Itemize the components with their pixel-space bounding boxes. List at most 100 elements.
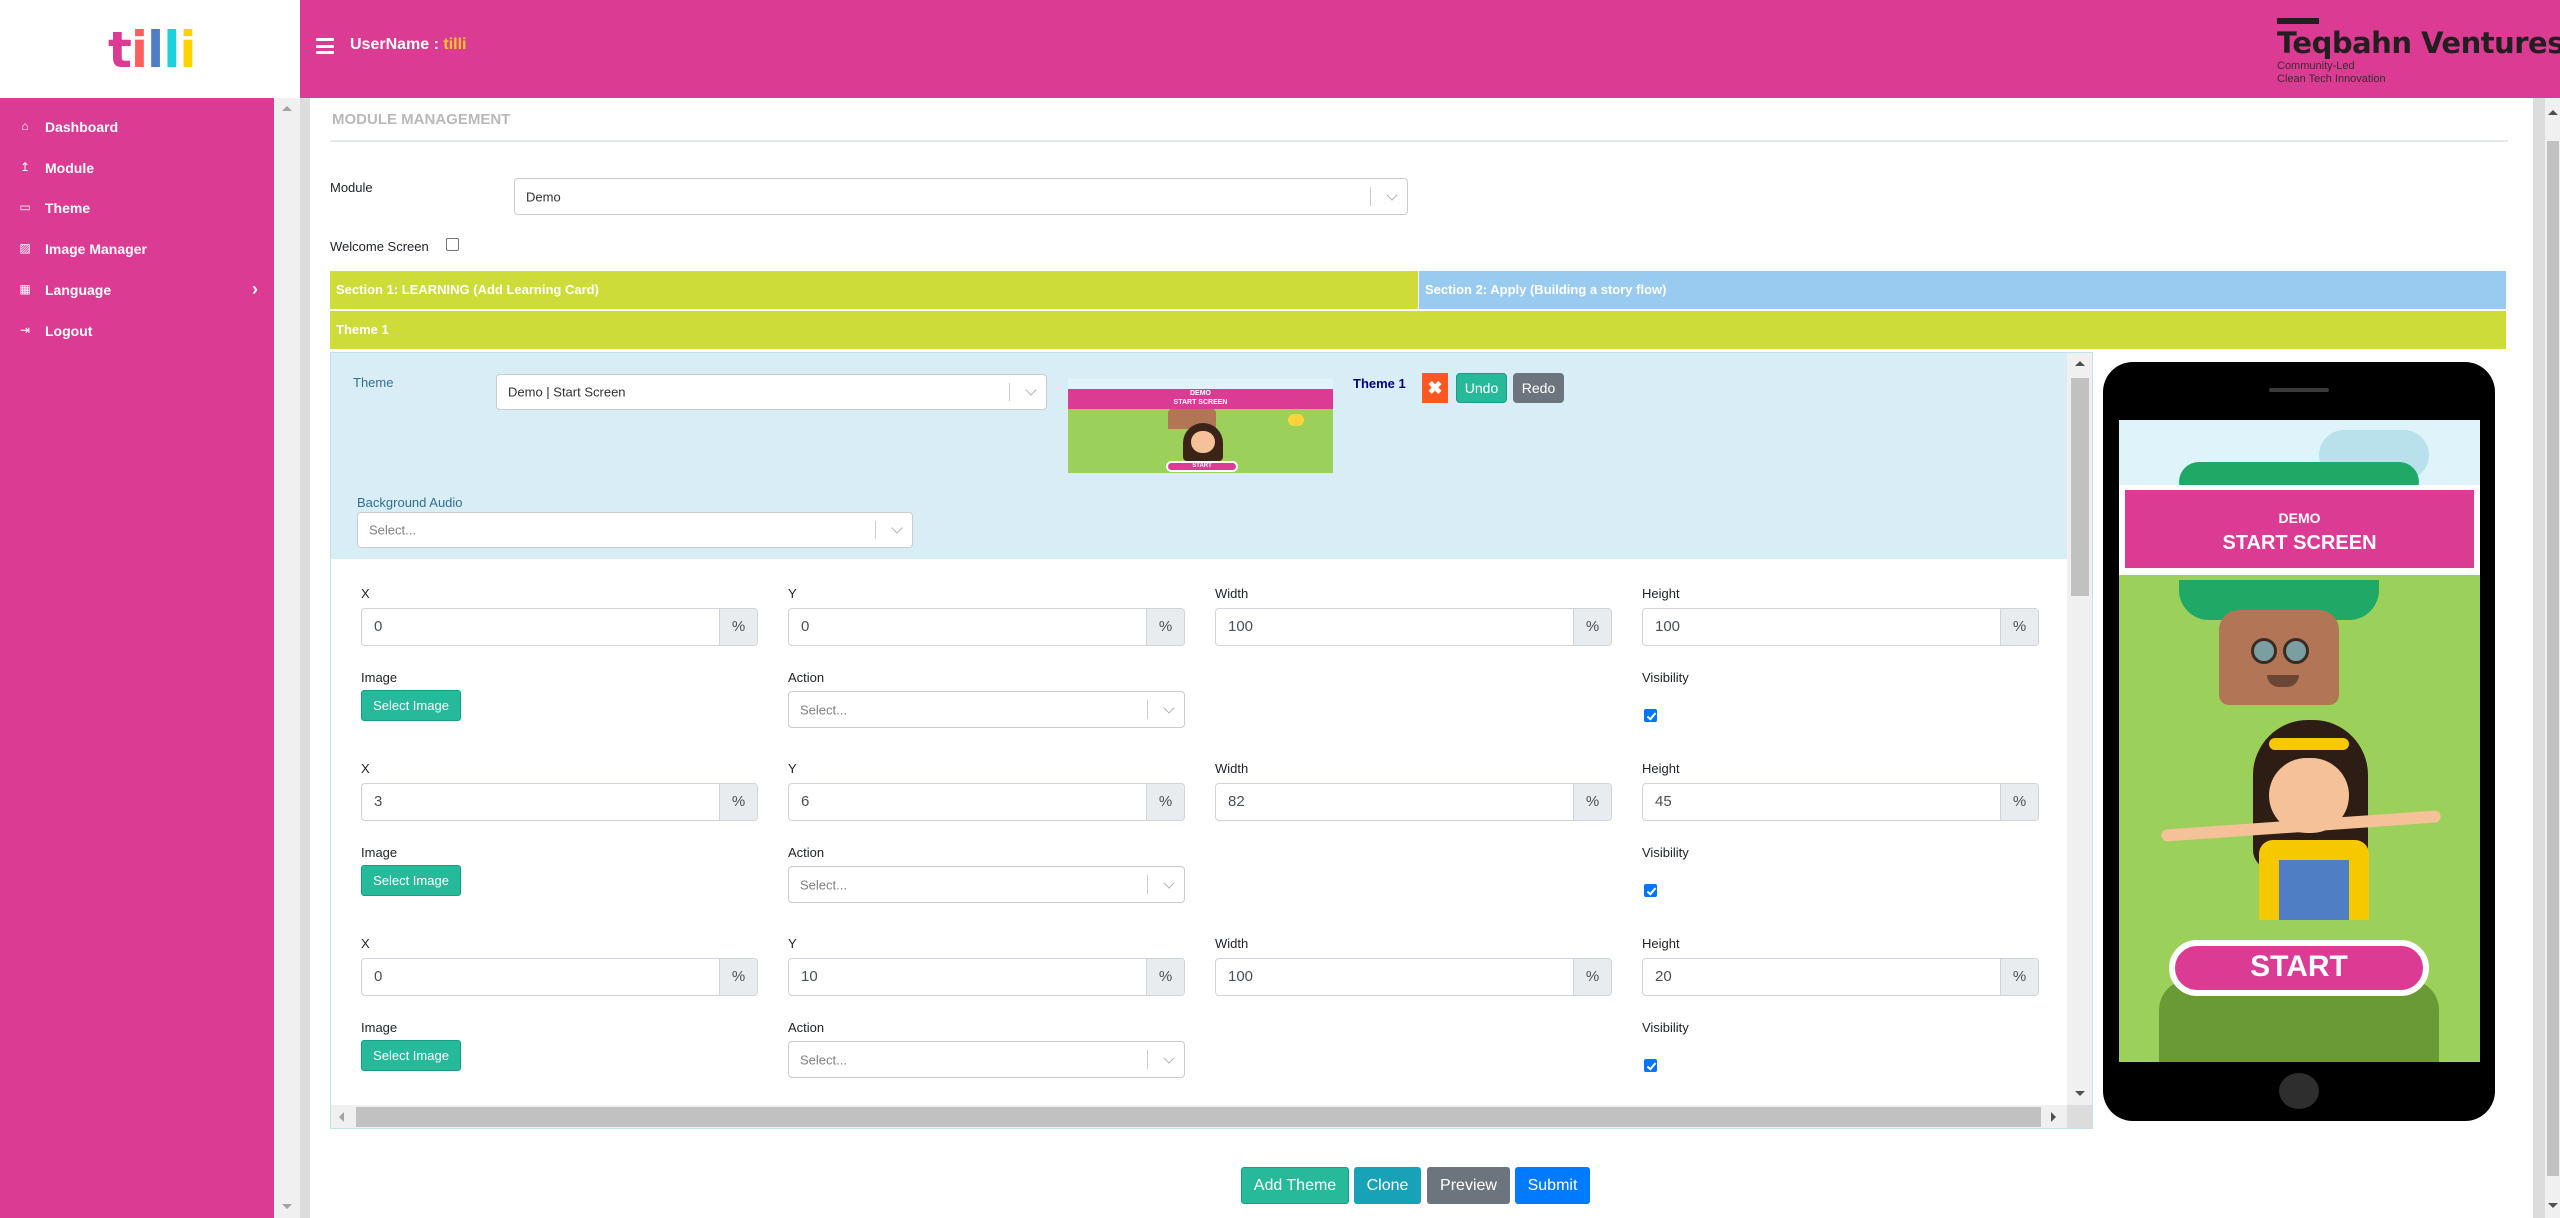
layer-image-label: Image	[361, 845, 398, 860]
percent-unit: %	[1146, 784, 1184, 820]
select-image-button[interactable]: Select Image	[361, 690, 461, 721]
sidebar-item-dashboard[interactable]: ⌂ Dashboard	[0, 110, 274, 146]
add-theme-button[interactable]: Add Theme	[1241, 1167, 1349, 1204]
theme-select[interactable]: Demo | Start Screen	[496, 374, 1047, 410]
layer-width-label: Width	[1215, 761, 1249, 776]
panel-horizontal-scroll-thumb[interactable]	[356, 1107, 2041, 1127]
layer-action-select[interactable]: Select...	[788, 1041, 1185, 1078]
layer-y-input[interactable]: 10%	[788, 958, 1185, 996]
layer-width-input[interactable]: 82%	[1215, 783, 1612, 821]
scroll-down-arrow-icon[interactable]	[2075, 1091, 2085, 1096]
background-audio-placeholder: Select...	[369, 522, 416, 538]
layer-action-label: Action	[788, 670, 825, 685]
chevron-right-icon: ›	[252, 279, 258, 299]
undo-button[interactable]: Undo	[1456, 373, 1507, 403]
scroll-left-arrow-icon[interactable]	[339, 1112, 344, 1122]
theme-label: Theme	[353, 375, 394, 390]
theme-preview-thumbnail[interactable]: DEMO START SCREEN START	[1068, 379, 1333, 473]
panel-horizontal-scrollbar[interactable]	[331, 1105, 2067, 1128]
scroll-down-arrow-icon[interactable]	[2548, 1203, 2558, 1208]
chevron-down-icon	[891, 522, 903, 534]
preview-button[interactable]: Preview	[1427, 1167, 1510, 1204]
preview-start-button[interactable]: START	[2169, 940, 2429, 996]
redo-button[interactable]: Redo	[1513, 373, 1564, 403]
layer-y-input[interactable]: 0%	[788, 608, 1185, 646]
percent-unit: %	[2000, 609, 2038, 645]
layer-y-label: Y	[788, 936, 797, 951]
layer-action-select[interactable]: Select...	[788, 866, 1185, 903]
sidebar-item-theme[interactable]: ▭ Theme	[0, 191, 274, 227]
page-scroll-thumb[interactable]	[2547, 141, 2559, 1176]
hamburger-menu-icon[interactable]	[316, 38, 334, 54]
layer-y-label: Y	[788, 586, 797, 601]
layer-x-input[interactable]: 3%	[361, 783, 758, 821]
layer-visibility-checkbox[interactable]	[1644, 1059, 1657, 1072]
select-separator	[1147, 1050, 1148, 1069]
scroll-up-arrow-icon[interactable]	[282, 106, 292, 111]
welcome-screen-checkbox[interactable]	[446, 238, 459, 251]
tilli-logo[interactable]: tilli	[108, 25, 196, 75]
percent-unit: %	[1573, 609, 1611, 645]
scroll-up-arrow-icon[interactable]	[2548, 110, 2558, 115]
percent-unit: %	[1573, 784, 1611, 820]
background-audio-select[interactable]: Select...	[357, 512, 913, 548]
layer-width-input[interactable]: 100%	[1215, 958, 1612, 996]
scroll-right-arrow-icon[interactable]	[2051, 1112, 2056, 1122]
panel-vertical-scrollbar[interactable]	[2067, 353, 2092, 1105]
title-divider	[330, 140, 2508, 142]
clone-button[interactable]: Clone	[1354, 1167, 1421, 1204]
brand-tagline-2: Clean Tech Innovation	[2277, 73, 2386, 85]
select-image-button[interactable]: Select Image	[361, 865, 461, 896]
tab-section-2-apply[interactable]: Section 2: Apply (Building a story flow)	[1419, 271, 2506, 309]
preview-title-banner-inner: DEMO START SCREEN	[2125, 490, 2474, 568]
sidebar-item-language[interactable]: ▦ Language ›	[0, 273, 274, 309]
brand-tagline-1: Community-Led	[2277, 60, 2355, 72]
layer-height-input[interactable]: 100%	[1642, 608, 2039, 646]
tab-theme-1[interactable]: Theme 1	[330, 311, 2506, 349]
scroll-up-arrow-icon[interactable]	[2075, 361, 2085, 366]
preview-title-banner: DEMO START SCREEN	[2119, 485, 2480, 575]
logo-area: tilli	[0, 0, 300, 98]
phone-home-button	[2279, 1073, 2319, 1109]
submit-button[interactable]: Submit	[1515, 1167, 1590, 1204]
page-scrollbar[interactable]	[2533, 98, 2560, 1218]
layer-action-select[interactable]: Select...	[788, 691, 1185, 728]
sidebar-item-logout[interactable]: ⇥ Logout	[0, 314, 274, 350]
select-image-button[interactable]: Select Image	[361, 1040, 461, 1071]
sidebar: ⌂ Dashboard ↥ Module ▭ Theme ▨ Image Manager ▦ La…	[0, 98, 274, 1218]
select-separator	[1147, 875, 1148, 894]
sidebar-item-module[interactable]: ↥ Module	[0, 151, 274, 187]
layer-width-input[interactable]: 100%	[1215, 608, 1612, 646]
layer-x-input[interactable]: 0%	[361, 608, 758, 646]
phone-speaker	[2269, 388, 2329, 392]
layer-visibility-checkbox[interactable]	[1644, 884, 1657, 897]
layer-visibility-label: Visibility	[1642, 845, 1689, 860]
layer-width-value: 82	[1228, 793, 1245, 810]
username-value: tilli	[443, 36, 467, 53]
delete-theme-button[interactable]: ✖	[1422, 373, 1448, 403]
layer-height-input[interactable]: 20%	[1642, 958, 2039, 996]
layer-action-label: Action	[788, 1020, 825, 1035]
layer-visibility-label: Visibility	[1642, 1020, 1689, 1035]
layer-x-value: 0	[374, 618, 383, 635]
layer-x-input[interactable]: 0%	[361, 958, 758, 996]
sidebar-item-image-manager[interactable]: ▨ Image Manager	[0, 232, 274, 268]
panel-vertical-scroll-thumb[interactable]	[2071, 378, 2089, 596]
scroll-down-arrow-icon[interactable]	[282, 1204, 292, 1209]
scrollbar-corner	[2067, 1105, 2092, 1128]
tab-section-1-learning[interactable]: Section 1: LEARNING (Add Learning Card)	[330, 271, 1418, 309]
preview-tree-eye-right	[2283, 638, 2309, 664]
module-select-value: Demo	[526, 189, 561, 204]
thumb-line-1: DEMO	[1190, 390, 1211, 397]
image-icon: ▨	[19, 241, 31, 255]
layer-height-input[interactable]: 45%	[1642, 783, 2039, 821]
layer-visibility-checkbox[interactable]	[1644, 709, 1657, 722]
percent-unit: %	[719, 609, 757, 645]
page-title: MODULE MANAGEMENT	[332, 111, 511, 128]
layer-height-label: Height	[1642, 586, 1680, 601]
chevron-down-icon	[1163, 876, 1175, 889]
layer-y-input[interactable]: 6%	[788, 783, 1185, 821]
module-select[interactable]: Demo	[514, 178, 1408, 215]
percent-unit: %	[719, 959, 757, 995]
sidebar-scrollbar[interactable]	[274, 98, 300, 1218]
